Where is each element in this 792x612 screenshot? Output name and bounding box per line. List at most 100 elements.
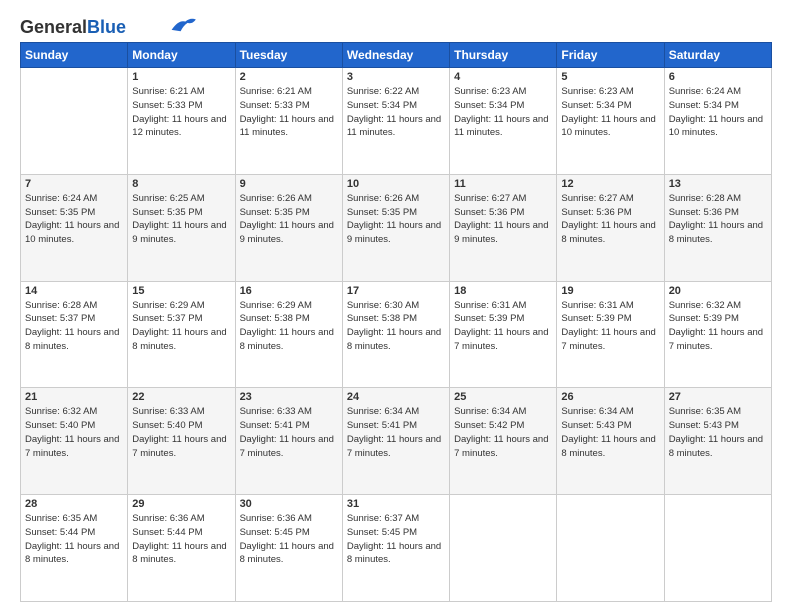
day-number: 21 [25, 391, 123, 403]
calendar-cell: 27Sunrise: 6:35 AMSunset: 5:43 PMDayligh… [664, 388, 771, 495]
sunrise-text: Sunrise: 6:21 AM [132, 85, 230, 99]
daylight-text: Daylight: 11 hours and 8 minutes. [347, 326, 445, 354]
day-number: 20 [669, 285, 767, 297]
sunset-text: Sunset: 5:45 PM [240, 526, 338, 540]
sunrise-text: Sunrise: 6:34 AM [454, 405, 552, 419]
sunrise-text: Sunrise: 6:26 AM [347, 192, 445, 206]
calendar-cell: 13 Sunrise: 6:28 AMSunset: 5:36 PMDayligh… [664, 174, 771, 281]
calendar-cell: 10Sunrise: 6:26 AMSunset: 5:35 PMDayligh… [342, 174, 449, 281]
calendar-cell: 4Sunrise: 6:23 AMSunset: 5:34 PMDaylight… [450, 68, 557, 175]
sunrise-text: Sunrise: 6:34 AM [347, 405, 445, 419]
day-info: Sunrise: 6:31 AMSunset: 5:39 PMDaylight:… [454, 299, 552, 354]
daylight-text: Daylight: 11 hours and 8 minutes. [25, 326, 123, 354]
sunset-text: Sunset: 5:37 PM [132, 312, 230, 326]
calendar-week-3: 14Sunrise: 6:28 AMSunset: 5:37 PMDayligh… [21, 281, 772, 388]
sunset-text: Sunset: 5:34 PM [669, 99, 767, 113]
calendar-week-1: 1Sunrise: 6:21 AMSunset: 5:33 PMDaylight… [21, 68, 772, 175]
sunrise-text: Sunrise: 6:27 AM [561, 192, 659, 206]
day-number: 27 [669, 391, 767, 403]
sunrise-text: Sunrise: 6:36 AM [132, 512, 230, 526]
day-number: 13 [669, 178, 767, 190]
sunrise-text: Sunrise: 6:35 AM [669, 405, 767, 419]
sunrise-text: Sunrise: 6:37 AM [347, 512, 445, 526]
day-number: 31 [347, 498, 445, 510]
sunset-text: Sunset: 5:45 PM [347, 526, 445, 540]
logo-bird-icon [168, 16, 196, 34]
calendar-cell: 23Sunrise: 6:33 AMSunset: 5:41 PMDayligh… [235, 388, 342, 495]
calendar-cell [21, 68, 128, 175]
day-info: Sunrise: 6:28 AMSunset: 5:36 PMDaylight:… [669, 192, 767, 247]
logo-blue: Blue [87, 17, 126, 37]
sunset-text: Sunset: 5:33 PM [240, 99, 338, 113]
sunrise-text: Sunrise: 6:31 AM [454, 299, 552, 313]
sunset-text: Sunset: 5:36 PM [669, 206, 767, 220]
day-info: Sunrise: 6:28 AMSunset: 5:37 PMDaylight:… [25, 299, 123, 354]
sunset-text: Sunset: 5:43 PM [561, 419, 659, 433]
sunrise-text: Sunrise: 6:28 AM [25, 299, 123, 313]
sunrise-text: Sunrise: 6:33 AM [240, 405, 338, 419]
sunrise-text: Sunrise: 6:35 AM [25, 512, 123, 526]
day-info: Sunrise: 6:33 AMSunset: 5:40 PMDaylight:… [132, 405, 230, 460]
sunrise-text: Sunrise: 6:29 AM [240, 299, 338, 313]
day-info: Sunrise: 6:37 AMSunset: 5:45 PMDaylight:… [347, 512, 445, 567]
calendar-week-4: 21 Sunrise: 6:32 AMSunset: 5:40 PMDayligh… [21, 388, 772, 495]
day-info: Sunrise: 6:23 AMSunset: 5:34 PMDaylight:… [561, 85, 659, 140]
day-number: 14 [25, 285, 123, 297]
sunrise-text: Sunrise: 6:22 AM [347, 85, 445, 99]
day-number: 5 [561, 71, 659, 83]
day-number: 22 [132, 391, 230, 403]
sunset-text: Sunset: 5:35 PM [347, 206, 445, 220]
day-number: 28 [25, 498, 123, 510]
calendar-cell: 11Sunrise: 6:27 AMSunset: 5:36 PMDayligh… [450, 174, 557, 281]
sunset-text: Sunset: 5:33 PM [132, 99, 230, 113]
calendar-cell: 18Sunrise: 6:31 AMSunset: 5:39 PMDayligh… [450, 281, 557, 388]
sunrise-text: Sunrise: 6:28 AM [669, 192, 767, 206]
daylight-text: Daylight: 11 hours and 7 minutes. [669, 326, 767, 354]
day-number: 30 [240, 498, 338, 510]
day-info: Sunrise: 6:34 AMSunset: 5:42 PMDaylight:… [454, 405, 552, 460]
day-info: Sunrise: 6:21 AMSunset: 5:33 PMDaylight:… [132, 85, 230, 140]
day-number: 19 [561, 285, 659, 297]
weekday-header-tuesday: Tuesday [235, 43, 342, 68]
calendar-week-5: 28Sunrise: 6:35 AMSunset: 5:44 PMDayligh… [21, 495, 772, 602]
sunset-text: Sunset: 5:44 PM [132, 526, 230, 540]
sunrise-text: Sunrise: 6:36 AM [240, 512, 338, 526]
calendar-cell: 6Sunrise: 6:24 AMSunset: 5:34 PMDaylight… [664, 68, 771, 175]
calendar-header-row: SundayMondayTuesdayWednesdayThursdayFrid… [21, 43, 772, 68]
day-info: Sunrise: 6:32 AMSunset: 5:40 PMDaylight:… [25, 405, 123, 460]
sunset-text: Sunset: 5:40 PM [132, 419, 230, 433]
day-info: Sunrise: 6:31 AMSunset: 5:39 PMDaylight:… [561, 299, 659, 354]
daylight-text: Daylight: 11 hours and 7 minutes. [25, 433, 123, 461]
daylight-text: Daylight: 11 hours and 7 minutes. [561, 326, 659, 354]
sunrise-text: Sunrise: 6:31 AM [561, 299, 659, 313]
weekday-header-friday: Friday [557, 43, 664, 68]
day-number: 16 [240, 285, 338, 297]
weekday-header-wednesday: Wednesday [342, 43, 449, 68]
day-number: 10 [347, 178, 445, 190]
daylight-text: Daylight: 11 hours and 11 minutes. [454, 113, 552, 141]
calendar-table: SundayMondayTuesdayWednesdayThursdayFrid… [20, 42, 772, 602]
sunset-text: Sunset: 5:44 PM [25, 526, 123, 540]
sunset-text: Sunset: 5:38 PM [240, 312, 338, 326]
sunrise-text: Sunrise: 6:24 AM [25, 192, 123, 206]
sunrise-text: Sunrise: 6:26 AM [240, 192, 338, 206]
calendar-cell: 22 Sunrise: 6:33 AMSunset: 5:40 PMDayligh… [128, 388, 235, 495]
sunset-text: Sunset: 5:39 PM [669, 312, 767, 326]
sunset-text: Sunset: 5:36 PM [454, 206, 552, 220]
day-number: 7 [25, 178, 123, 190]
day-number: 25 [454, 391, 552, 403]
day-info: Sunrise: 6:34 AMSunset: 5:41 PMDaylight:… [347, 405, 445, 460]
day-info: Sunrise: 6:24 AMSunset: 5:35 PMDaylight:… [25, 192, 123, 247]
sunset-text: Sunset: 5:35 PM [25, 206, 123, 220]
daylight-text: Daylight: 11 hours and 7 minutes. [454, 326, 552, 354]
sunset-text: Sunset: 5:35 PM [132, 206, 230, 220]
daylight-text: Daylight: 11 hours and 8 minutes. [347, 540, 445, 568]
daylight-text: Daylight: 11 hours and 8 minutes. [132, 540, 230, 568]
day-info: Sunrise: 6:25 AMSunset: 5:35 PMDaylight:… [132, 192, 230, 247]
daylight-text: Daylight: 11 hours and 8 minutes. [669, 219, 767, 247]
day-info: Sunrise: 6:23 AMSunset: 5:34 PMDaylight:… [454, 85, 552, 140]
header: GeneralBlue [20, 18, 772, 36]
calendar-cell: 1Sunrise: 6:21 AMSunset: 5:33 PMDaylight… [128, 68, 235, 175]
daylight-text: Daylight: 11 hours and 12 minutes. [132, 113, 230, 141]
weekday-header-thursday: Thursday [450, 43, 557, 68]
